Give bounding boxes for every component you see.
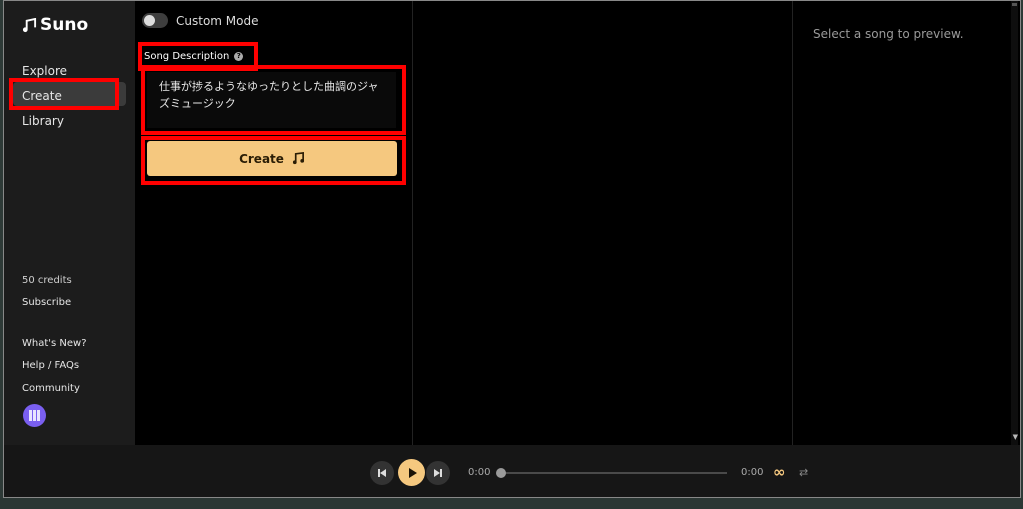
avatar-grid-icon xyxy=(29,410,40,421)
play-icon xyxy=(408,467,417,478)
help-icon[interactable]: ? xyxy=(234,52,244,61)
app-name: Suno xyxy=(40,15,89,35)
taskbar-strip xyxy=(0,498,1023,509)
total-time: 0:00 xyxy=(741,467,764,478)
progress-track[interactable] xyxy=(500,472,727,474)
music-note-icon xyxy=(22,17,37,32)
song-description-text: Song Description xyxy=(144,51,230,62)
avatar[interactable] xyxy=(23,404,46,427)
create-button-label: Create xyxy=(239,151,284,166)
loop-icon[interactable]: ∞ xyxy=(773,463,786,481)
community-link[interactable]: Community xyxy=(22,383,80,394)
play-button[interactable] xyxy=(398,459,425,486)
custom-mode-label: Custom Mode xyxy=(176,14,259,28)
skip-forward-icon xyxy=(434,469,442,477)
sidebar-item-explore[interactable]: Explore xyxy=(22,64,67,78)
scrollbar-thumb[interactable] xyxy=(1012,3,1017,6)
suno-logo[interactable]: Suno xyxy=(22,15,88,35)
song-description-label: Song Description ? xyxy=(144,51,244,62)
credits-count: 50 credits xyxy=(22,275,72,286)
create-button[interactable]: Create xyxy=(147,141,397,176)
skip-back-icon xyxy=(378,469,386,477)
help-faqs-link[interactable]: Help / FAQs xyxy=(22,360,79,371)
next-button[interactable] xyxy=(426,461,450,485)
current-time: 0:00 xyxy=(468,467,491,478)
custom-mode-toggle[interactable] xyxy=(142,13,168,28)
song-description-input[interactable]: 仕事が捗るようなゆったりとした曲調のジャズミュージック xyxy=(147,72,396,128)
song-list-column xyxy=(413,1,793,445)
toggle-knob xyxy=(144,15,155,26)
preview-placeholder: Select a song to preview. xyxy=(813,27,964,41)
previous-button[interactable] xyxy=(370,461,394,485)
sidebar: Suno Explore Create Library 50 credits S… xyxy=(4,1,135,445)
create-highlight-box xyxy=(9,78,119,110)
scrollbar[interactable] xyxy=(1011,1,1018,445)
music-note-icon xyxy=(292,152,304,165)
progress-thumb[interactable] xyxy=(496,468,506,478)
shuffle-icon[interactable]: ⇄ xyxy=(799,466,808,479)
whats-new-link[interactable]: What's New? xyxy=(22,338,87,349)
scroll-down-icon[interactable]: ▼ xyxy=(1013,433,1018,441)
sidebar-item-library[interactable]: Library xyxy=(22,114,64,128)
subscribe-link[interactable]: Subscribe xyxy=(22,297,71,308)
